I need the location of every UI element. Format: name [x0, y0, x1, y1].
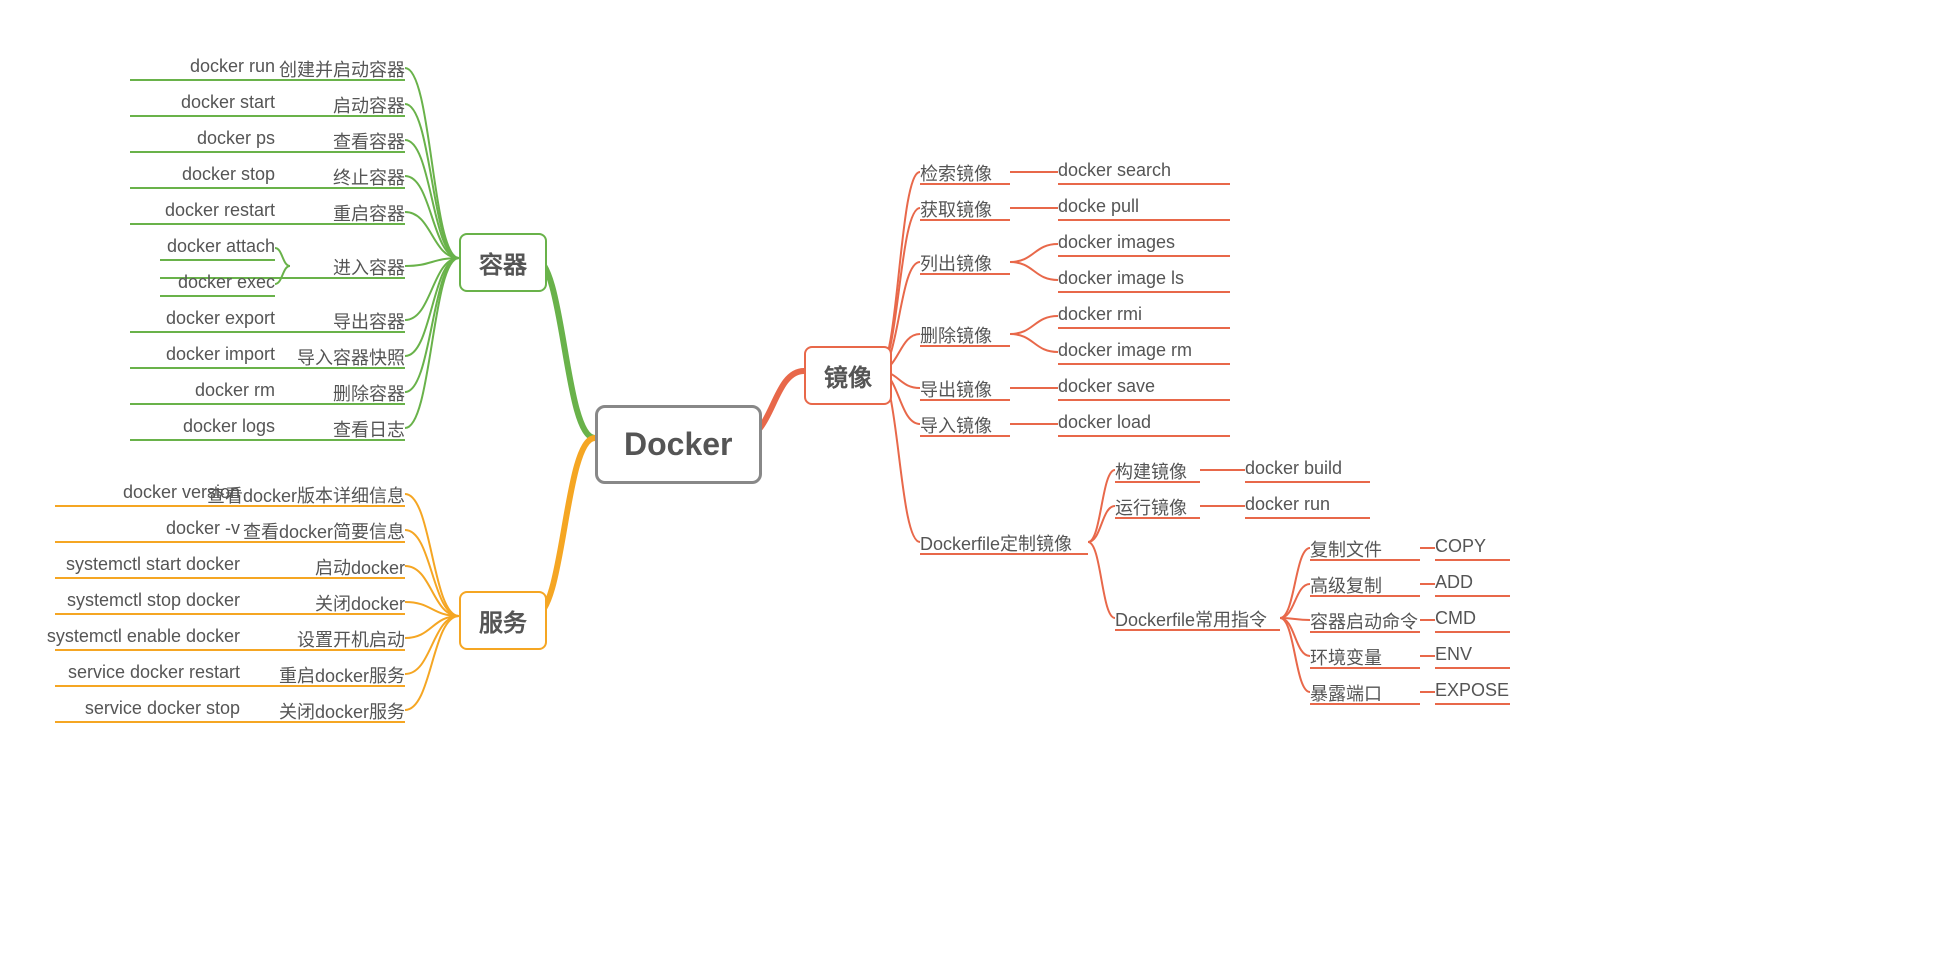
- container-cmd-8: docker rm: [195, 380, 275, 401]
- branch-dockerfile: Dockerfile定制镜像: [920, 530, 1072, 556]
- branch-image: 镜像: [804, 346, 892, 405]
- container-cmd-0: docker run: [190, 56, 275, 77]
- branch-container: 容器: [459, 233, 547, 292]
- service-desc-5: 重启docker服务: [279, 662, 405, 688]
- container-cmd-7: docker import: [166, 344, 275, 365]
- container-desc-0: 创建并启动容器: [279, 56, 405, 82]
- container-cmd-3: docker stop: [182, 164, 275, 185]
- container-desc-1: 启动容器: [333, 92, 405, 118]
- image-desc-5: 导入镜像: [920, 412, 992, 438]
- container-desc-5: 进入容器: [333, 254, 405, 280]
- service-cmd-5: service docker restart: [68, 662, 240, 683]
- root-docker: Docker: [595, 405, 762, 484]
- service-desc-4: 设置开机启动: [297, 626, 405, 652]
- instr-desc-2: 容器启动命令: [1310, 608, 1418, 634]
- branch-service: 服务: [459, 591, 547, 650]
- container-desc-4: 重启容器: [333, 200, 405, 226]
- dockerfile-cmd-0: docker build: [1245, 458, 1342, 479]
- image-desc-2: 列出镜像: [920, 250, 992, 276]
- image-cmd-2a: docker images: [1058, 232, 1175, 253]
- service-desc-2: 启动docker: [315, 554, 405, 580]
- container-desc-8: 删除容器: [333, 380, 405, 406]
- container-cmd-6: docker export: [166, 308, 275, 329]
- container-cmd-9: docker logs: [183, 416, 275, 437]
- instr-desc-3: 环境变量: [1310, 644, 1382, 670]
- container-cmd-5a: docker attach: [167, 236, 275, 257]
- image-cmd-4: docker save: [1058, 376, 1155, 397]
- instr-desc-0: 复制文件: [1310, 536, 1382, 562]
- container-desc-7: 导入容器快照: [297, 344, 405, 370]
- image-cmd-2b: docker image ls: [1058, 268, 1184, 289]
- image-desc-1: 获取镜像: [920, 196, 992, 222]
- service-cmd-4: systemctl enable docker: [47, 626, 240, 647]
- container-cmd-4: docker restart: [165, 200, 275, 221]
- service-cmd-2: systemctl start docker: [66, 554, 240, 575]
- service-cmd-6: service docker stop: [85, 698, 240, 719]
- container-cmd-5b: docker exec: [178, 272, 275, 293]
- image-cmd-1: docke pull: [1058, 196, 1139, 217]
- container-desc-6: 导出容器: [333, 308, 405, 334]
- instr-cmd-0: COPY: [1435, 536, 1486, 557]
- service-cmd-3: systemctl stop docker: [67, 590, 240, 611]
- container-desc-2: 查看容器: [333, 128, 405, 154]
- service-desc-1: 查看docker简要信息: [243, 518, 405, 544]
- container-cmd-1: docker start: [181, 92, 275, 113]
- image-cmd-0: docker search: [1058, 160, 1171, 181]
- container-desc-9: 查看日志: [333, 416, 405, 442]
- container-cmd-2: docker ps: [197, 128, 275, 149]
- image-cmd-3b: docker image rm: [1058, 340, 1192, 361]
- instr-desc-4: 暴露端口: [1310, 680, 1382, 706]
- image-cmd-3a: docker rmi: [1058, 304, 1142, 325]
- container-desc-3: 终止容器: [333, 164, 405, 190]
- instr-cmd-4: EXPOSE: [1435, 680, 1509, 701]
- instr-cmd-3: ENV: [1435, 644, 1472, 665]
- dockerfile-cmd-1: docker run: [1245, 494, 1330, 515]
- dockerfile-desc-1: 运行镜像: [1115, 494, 1187, 520]
- dockerfile-desc-0: 构建镜像: [1115, 458, 1187, 484]
- instr-desc-1: 高级复制: [1310, 572, 1382, 598]
- instr-cmd-2: CMD: [1435, 608, 1476, 629]
- service-desc-3: 关闭docker: [315, 590, 405, 616]
- instr-cmd-1: ADD: [1435, 572, 1473, 593]
- service-cmd-0: docker version: [123, 482, 240, 503]
- image-desc-4: 导出镜像: [920, 376, 992, 402]
- image-desc-0: 检索镜像: [920, 160, 992, 186]
- branch-instructions: Dockerfile常用指令: [1115, 606, 1267, 632]
- image-desc-3: 删除镜像: [920, 322, 992, 348]
- service-cmd-1: docker -v: [166, 518, 240, 539]
- service-desc-6: 关闭docker服务: [279, 698, 405, 724]
- image-cmd-5: docker load: [1058, 412, 1151, 433]
